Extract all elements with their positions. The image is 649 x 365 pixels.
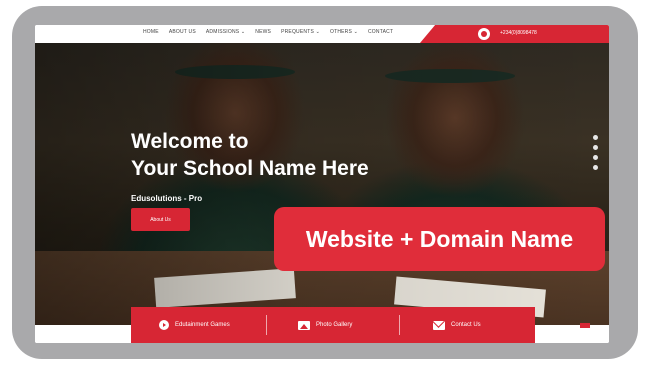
nav-item-about-us[interactable]: ABOUT US [169, 29, 196, 35]
social-icon[interactable] [593, 135, 598, 140]
nav-item-admissions[interactable]: ADMISSIONS ⌄ [206, 29, 245, 35]
hero-image [35, 43, 609, 325]
quick-link-label: Contact Us [451, 322, 481, 328]
about-us-button[interactable]: About Us [131, 208, 190, 231]
hero-overlay [35, 43, 609, 325]
photo-icon [298, 320, 310, 330]
quick-link-edutainment-games[interactable]: Edutainment Games [159, 317, 230, 333]
hero-title: Welcome to Your School Name Here [131, 128, 369, 182]
side-social-icons [593, 135, 598, 170]
hero-title-line-1: Welcome to [131, 130, 249, 153]
top-navbar: HOME ABOUT US ADMISSIONS ⌄ NEWS PREQUENT… [35, 25, 609, 43]
hero-title-line-2: Your School Name Here [131, 157, 369, 180]
nav-item-news[interactable]: NEWS [255, 29, 271, 35]
social-icon[interactable] [593, 155, 598, 160]
hero-subtitle: Edusolutions - Pro [131, 194, 203, 203]
bottom-margin-left [35, 325, 131, 343]
nav-item-home[interactable]: HOME [143, 29, 159, 35]
nav-item-contact[interactable]: CONTACT [368, 29, 393, 35]
bottom-margin-right [535, 325, 609, 343]
play-icon [159, 320, 169, 330]
quick-links-bar: Edutainment Games Photo Gallery Contact … [131, 307, 535, 343]
scroll-tab[interactable] [580, 323, 590, 328]
quick-link-contact-us[interactable]: Contact Us [433, 317, 481, 333]
mail-icon [433, 320, 445, 330]
social-icon[interactable] [593, 145, 598, 150]
divider [266, 315, 267, 335]
nav-menu: HOME ABOUT US ADMISSIONS ⌄ NEWS PREQUENT… [143, 29, 393, 35]
divider [399, 315, 400, 335]
quick-link-label: Edutainment Games [175, 322, 230, 328]
contact-strip: +234(0)8098478 [420, 25, 609, 43]
website-screen: HOME ABOUT US ADMISSIONS ⌄ NEWS PREQUENT… [35, 25, 609, 343]
quick-link-label: Photo Gallery [316, 322, 353, 328]
social-icon[interactable] [593, 165, 598, 170]
phone-number[interactable]: +234(0)8098478 [500, 30, 537, 36]
nav-item-prequents[interactable]: PREQUENTS ⌄ [281, 29, 320, 35]
quick-link-photo-gallery[interactable]: Photo Gallery [298, 317, 352, 333]
nav-item-others[interactable]: OTHERS ⌄ [330, 29, 358, 35]
website-domain-badge: Website + Domain Name [274, 207, 605, 271]
phone-icon [478, 28, 490, 40]
